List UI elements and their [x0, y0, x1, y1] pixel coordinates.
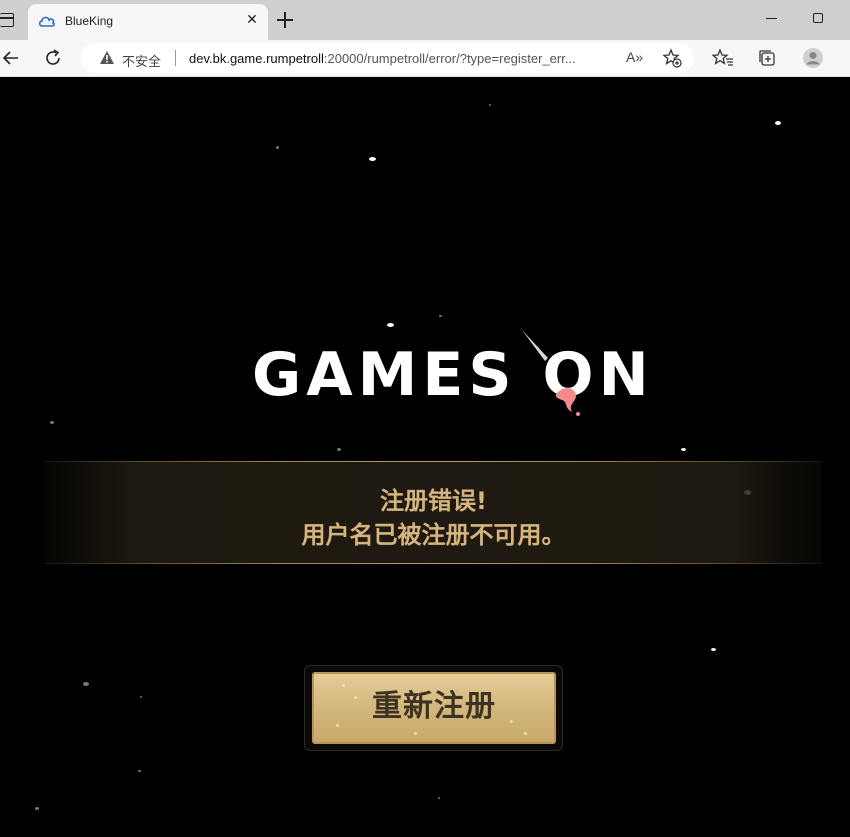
star: [711, 648, 716, 651]
url-host: dev.bk.game.rumpetroll: [189, 51, 324, 66]
address-bar[interactable]: 不安全 dev.bk.game.rumpetroll:20000/rumpetr…: [81, 43, 694, 73]
star: [369, 157, 376, 161]
address-divider: [175, 50, 176, 66]
star: [387, 323, 394, 327]
new-tab-icon[interactable]: [276, 11, 294, 29]
browser-nav-bar: 不安全 dev.bk.game.rumpetroll:20000/rumpetr…: [0, 40, 850, 77]
re-register-button[interactable]: 重新注册: [312, 672, 556, 744]
url-path: :20000/rumpetroll/error/?type=register_e…: [323, 51, 576, 66]
tab-blueking[interactable]: BlueKing ✕: [28, 4, 268, 40]
star: [439, 315, 442, 317]
favorites-icon[interactable]: [712, 47, 734, 69]
comet-streak-icon: [522, 330, 580, 416]
profile-avatar-icon[interactable]: [802, 47, 824, 69]
security-status-label[interactable]: 不安全: [122, 51, 161, 70]
star: [50, 421, 54, 424]
button-sparkle: [336, 724, 339, 727]
button-sparkle: [342, 684, 345, 687]
retry-button-frame: 重新注册: [304, 665, 563, 751]
back-arrow-icon[interactable]: [0, 47, 22, 69]
blueking-cloud-icon: [38, 16, 55, 27]
refresh-icon[interactable]: [42, 47, 64, 69]
button-sparkle: [510, 720, 513, 723]
add-favorite-icon[interactable]: [662, 48, 682, 68]
game-canvas[interactable]: GAMES ON 注册错误! 用户名已被注册不可用。 重新注册: [0, 77, 850, 837]
browser-tab-bar: BlueKing ✕: [0, 0, 850, 40]
maximize-icon[interactable]: [813, 13, 823, 23]
warning-icon[interactable]: [99, 50, 115, 65]
collections-icon[interactable]: [756, 47, 778, 69]
star: [140, 696, 142, 698]
error-message: 用户名已被注册不可用。: [301, 521, 566, 549]
minimize-icon[interactable]: [766, 18, 777, 19]
star: [35, 807, 39, 810]
star: [775, 121, 781, 125]
star: [489, 104, 491, 106]
url-text[interactable]: dev.bk.game.rumpetroll:20000/rumpetroll/…: [189, 51, 614, 66]
star: [138, 770, 141, 772]
star: [83, 682, 89, 686]
star: [681, 448, 686, 451]
button-sparkle: [524, 732, 527, 735]
button-sparkle: [354, 696, 357, 699]
tab-title: BlueKing: [65, 14, 114, 28]
games-on-logo: GAMES ON: [252, 340, 654, 410]
error-title: 注册错误!: [380, 487, 487, 515]
star: [438, 797, 440, 799]
star: [337, 448, 341, 451]
star: [276, 146, 279, 149]
tab-actions-icon[interactable]: [0, 13, 14, 27]
tab-close-icon[interactable]: ✕: [244, 12, 260, 28]
read-aloud-icon[interactable]: A»: [626, 49, 643, 65]
button-sparkle: [414, 732, 417, 735]
error-banner: 注册错误! 用户名已被注册不可用。: [45, 461, 822, 564]
re-register-button-label: 重新注册: [372, 689, 496, 724]
